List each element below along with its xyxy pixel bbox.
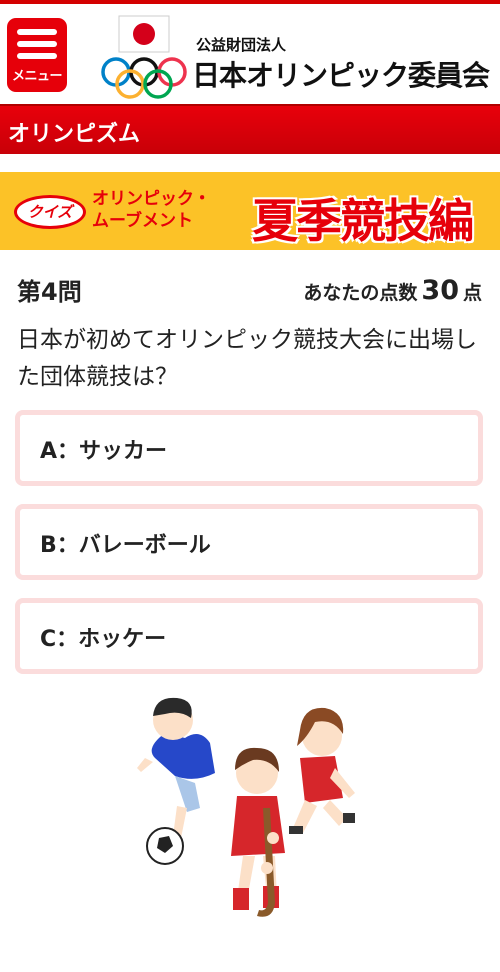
banner-title: 夏季競技編 — [252, 194, 474, 248]
score-unit: 点 — [462, 282, 482, 304]
banner-subtitle-line1: オリンピック・ — [92, 189, 211, 209]
menu-button[interactable]: メニュー — [7, 18, 67, 92]
org-name[interactable]: 日本オリンピック委員会 — [192, 54, 490, 94]
score-value: 30 — [421, 275, 459, 306]
answer-option-b[interactable]: B：バレーボール — [15, 504, 483, 580]
answer-option-label: C：ホッケー — [40, 627, 167, 652]
olympic-logo[interactable] — [98, 14, 190, 100]
score-label: あなたの点数 — [303, 282, 418, 304]
answer-option-c[interactable]: C：ホッケー — [15, 598, 483, 674]
section-header: オリンピズム — [0, 104, 500, 154]
score-display: あなたの点数 30 点 — [303, 275, 482, 306]
question-number: 第4問 — [17, 278, 82, 306]
menu-icon — [17, 29, 57, 35]
soccer-player-figure — [137, 697, 215, 865]
sports-illustration — [137, 697, 355, 917]
quiz-badge: クイズ — [14, 195, 86, 229]
quiz-badge-label: クイズ — [27, 203, 73, 221]
hockey-player-figure — [231, 747, 285, 917]
banner-subtitle: オリンピック・ ムーブメント — [92, 188, 211, 232]
banner-subtitle-line2: ムーブメント — [92, 211, 193, 231]
menu-icon-bar — [17, 53, 57, 59]
org-prefix: 公益財団法人 — [196, 36, 287, 54]
site-header: メニュー 公益財団法人 日本オリンピック委員会 — [0, 4, 500, 104]
answer-option-label: B：バレーボール — [40, 533, 211, 558]
answer-option-label: A：サッカー — [40, 439, 168, 464]
section-title: オリンピズム — [8, 122, 141, 147]
question-text: 日本が初めてオリンピック競技大会に出場した団体競技は？ — [17, 327, 477, 390]
menu-icon-bar — [17, 41, 57, 47]
runner-figure — [289, 707, 355, 834]
answer-option-a[interactable]: A：サッカー — [15, 410, 483, 486]
menu-label: メニュー — [11, 69, 63, 84]
quiz-banner: クイズ オリンピック・ ムーブメント 夏季競技編 — [0, 172, 500, 250]
